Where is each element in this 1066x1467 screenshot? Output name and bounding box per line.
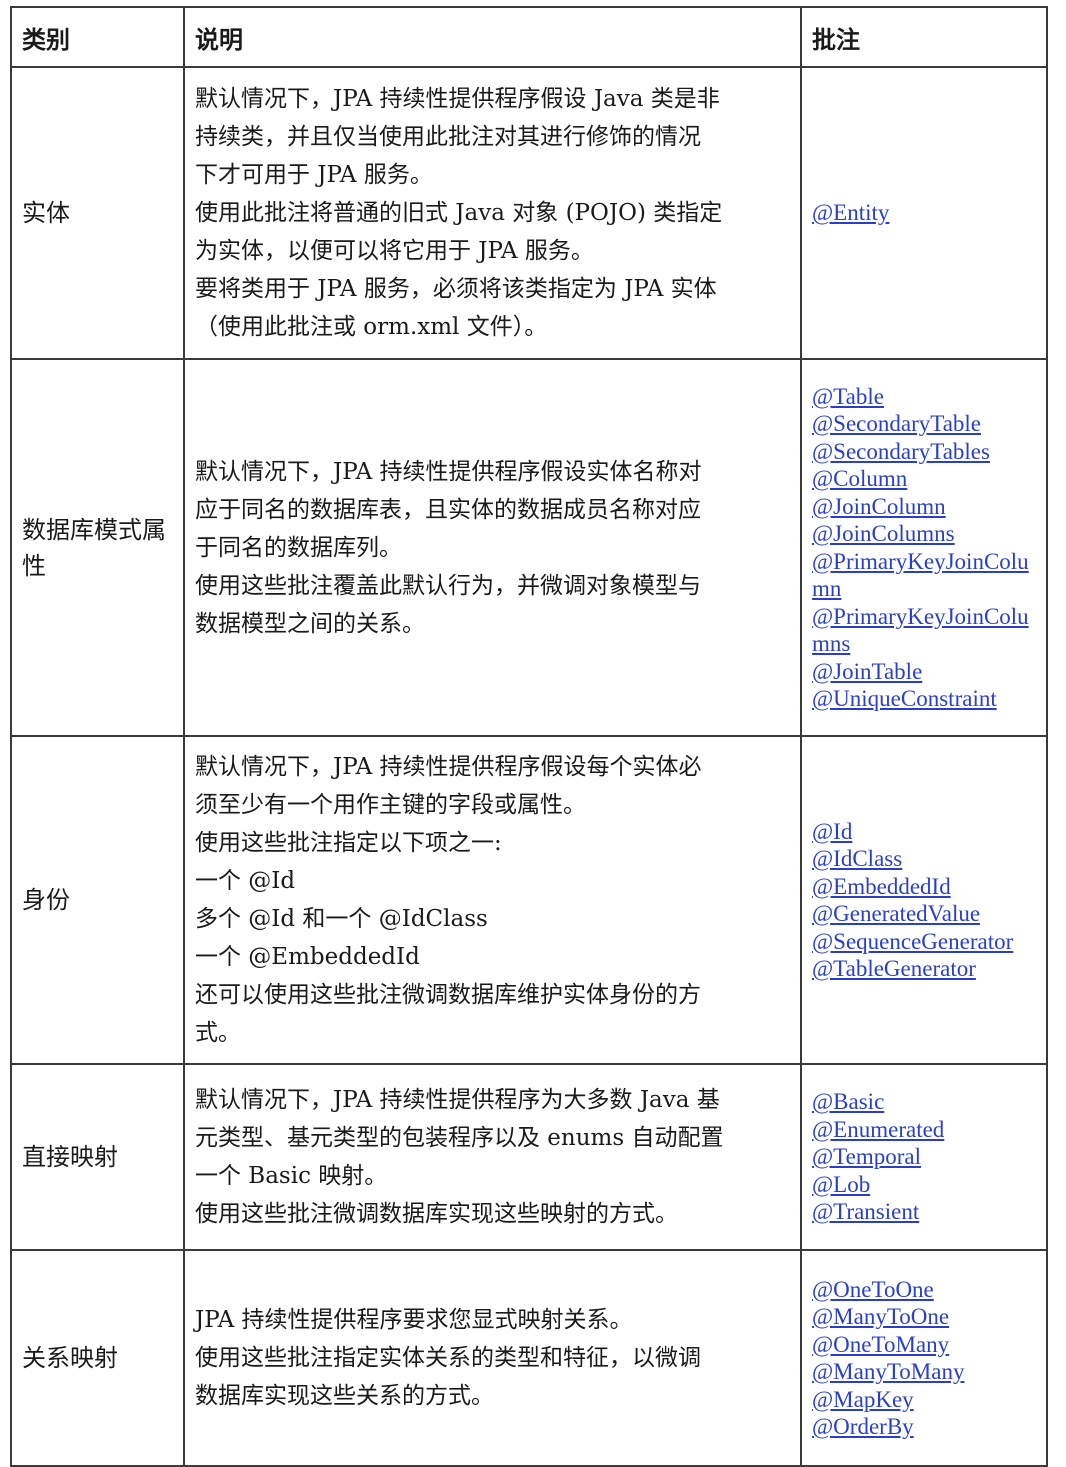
table-row: 关系映射 JPA 持续性提供程序要求您显式映射关系。使用这些批注指定实体关系的类型… bbox=[10, 1249, 1048, 1467]
annotation-link[interactable]: @Id bbox=[812, 818, 1036, 846]
category-cell: 直接映射 bbox=[10, 1063, 185, 1251]
annotation-link[interactable]: @SecondaryTables bbox=[812, 438, 1036, 466]
annotation-link[interactable]: @SequenceGenerator bbox=[812, 928, 1036, 956]
description-line: 默认情况下，JPA 持续性提供程序为大多数 Java 基 bbox=[195, 1087, 720, 1113]
category-label: 直接映射 bbox=[22, 1143, 118, 1171]
category-cell: 关系映射 bbox=[10, 1249, 185, 1467]
annotation-link[interactable]: @ManyToOne bbox=[812, 1303, 1036, 1331]
description-line: 下才可用于 JPA 服务。 bbox=[195, 162, 433, 188]
category-label: 身份 bbox=[22, 886, 70, 914]
description-line: 使用此批注将普通的旧式 Java 对象 (POJO) 类指定 bbox=[195, 200, 723, 226]
annotation-link[interactable]: @ManyToMany bbox=[812, 1358, 1036, 1386]
description-line: 数据模型之间的关系。 bbox=[195, 610, 425, 637]
description-cell: 默认情况下，JPA 持续性提供程序假设实体名称对 应于同名的数据库表，且实体的数据… bbox=[183, 358, 802, 737]
description-line: 使用这些批注微调数据库实现这些映射的方式。 bbox=[195, 1201, 678, 1227]
description-line: 一个 Basic 映射。 bbox=[195, 1163, 388, 1189]
annotation-link[interactable]: @Temporal bbox=[812, 1143, 1036, 1171]
table-header-row: 类别 说明 批注 bbox=[10, 6, 1048, 68]
annotation-link[interactable]: @Lob bbox=[812, 1171, 1036, 1199]
annotation-link[interactable]: @TableGenerator bbox=[812, 955, 1036, 983]
annotation-link[interactable]: @UniqueConstraint bbox=[812, 685, 1036, 713]
annotation-link[interactable]: @SecondaryTable bbox=[812, 410, 1036, 438]
table-row: 身份 默认情况下，JPA 持续性提供程序假设每个实体必 须至少有一个用作主键的字段或… bbox=[10, 735, 1048, 1065]
description-line: 为实体，以便可以将它用于 JPA 服务。 bbox=[195, 238, 594, 264]
description-line: 数据库实现这些关系的方式。 bbox=[195, 1383, 494, 1409]
annotation-link[interactable]: @OrderBy bbox=[812, 1413, 1036, 1441]
category-cell: 实体 bbox=[10, 66, 185, 360]
description-line: 默认情况下，JPA 持续性提供程序假设每个实体必 bbox=[195, 754, 702, 780]
description-line: 式。 bbox=[195, 1020, 241, 1046]
description-line: （使用此批注或 orm.xml 文件）。 bbox=[195, 314, 548, 340]
annotation-link[interactable]: @IdClass bbox=[812, 845, 1036, 873]
description-line: 默认情况下，JPA 持续性提供程序假设实体名称对 bbox=[195, 458, 702, 485]
header-category: 类别 bbox=[10, 6, 185, 68]
description-line: 还可以使用这些批注微调数据库维护实体身份的方 bbox=[195, 982, 701, 1008]
category-cell: 身份 bbox=[10, 735, 185, 1065]
annotation-link[interactable]: @MapKey bbox=[812, 1386, 1036, 1414]
header-annotations: 批注 bbox=[800, 6, 1048, 68]
annotation-link[interactable]: @JoinColumn bbox=[812, 493, 1036, 521]
annotation-link[interactable]: @OneToMany bbox=[812, 1331, 1036, 1359]
description-line: 元类型、基元类型的包装程序以及 enums 自动配置 bbox=[195, 1125, 724, 1151]
description-line: 于同名的数据库列。 bbox=[195, 534, 402, 561]
description-cell: 默认情况下，JPA 持续性提供程序假设每个实体必 须至少有一个用作主键的字段或属性… bbox=[183, 735, 802, 1065]
annotation-link[interactable]: @GeneratedValue bbox=[812, 900, 1036, 928]
annotations-cell: @Basic @Enumerated @Temporal @Lob @Transient bbox=[800, 1063, 1048, 1251]
description-line: 使用这些批注指定以下项之一: bbox=[195, 830, 502, 856]
annotation-link[interactable]: @Transient bbox=[812, 1198, 1036, 1226]
description-line: 应于同名的数据库表，且实体的数据成员名称对应 bbox=[195, 496, 701, 523]
header-description: 说明 bbox=[183, 6, 802, 68]
category-label: 关系映射 bbox=[22, 1344, 118, 1372]
description-line: 多个 @Id 和一个 @IdClass bbox=[195, 906, 488, 932]
description-cell: 默认情况下，JPA 持续性提供程序假设 Java 类是非 持续类，并且仅当使用此批… bbox=[183, 66, 802, 360]
annotations-cell: @Id @IdClass @EmbeddedId @GeneratedValue @Se… bbox=[800, 735, 1048, 1065]
description-line: 一个 @Id bbox=[195, 868, 296, 894]
description-line: 一个 @EmbeddedId bbox=[195, 944, 420, 970]
description-line: 默认情况下，JPA 持续性提供程序假设 Java 类是非 bbox=[195, 86, 720, 112]
category-label: 数据库模式属性 bbox=[22, 515, 166, 580]
annotation-link[interactable]: @JoinColumns bbox=[812, 520, 1036, 548]
annotation-link[interactable]: @Column bbox=[812, 465, 1036, 493]
annotations-cell: @OneToOne @ManyToOne @OneToMany @ManyToMany… bbox=[800, 1249, 1048, 1467]
annotation-link[interactable]: @PrimaryKeyJoinColumn bbox=[812, 548, 1036, 603]
annotation-link[interactable]: @Enumerated bbox=[812, 1116, 1036, 1144]
jpa-annotations-table: 类别 说明 批注 实体 默认情况下，JPA 持续性提供程序假设 Java 类是非持… bbox=[10, 6, 1048, 1467]
table-row: 实体 默认情况下，JPA 持续性提供程序假设 Java 类是非 持续类，并且仅当使用… bbox=[10, 66, 1048, 360]
table-row: 直接映射 默认情况下，JPA 持续性提供程序为大多数 Java 基元类型、基元类型… bbox=[10, 1063, 1048, 1251]
description-line: JPA 持续性提供程序要求您显式映射关系。 bbox=[195, 1307, 633, 1333]
annotation-link[interactable]: @EmbeddedId bbox=[812, 873, 1036, 901]
annotation-link[interactable]: @PrimaryKeyJoinColumns bbox=[812, 603, 1036, 658]
description-line: 使用这些批注覆盖此默认行为，并微调对象模型与 bbox=[195, 572, 701, 599]
annotation-link[interactable]: @OneToOne bbox=[812, 1276, 1036, 1304]
annotation-link[interactable]: @Table bbox=[812, 383, 1036, 411]
description-line: 要将类用于 JPA 服务，必须将该类指定为 JPA 实体 bbox=[195, 276, 717, 302]
annotations-cell: @Entity bbox=[800, 66, 1048, 360]
description-line: 须至少有一个用作主键的字段或属性。 bbox=[195, 792, 586, 818]
annotations-cell: @Table @SecondaryTable @SecondaryTables @Co… bbox=[800, 358, 1048, 737]
annotation-link[interactable]: @JoinTable bbox=[812, 658, 1036, 686]
description-cell: 默认情况下，JPA 持续性提供程序为大多数 Java 基元类型、基元类型的包装程… bbox=[183, 1063, 802, 1251]
description-line: 使用这些批注指定实体关系的类型和特征，以微调 bbox=[195, 1345, 701, 1371]
description-line: 持续类，并且仅当使用此批注对其进行修饰的情况 bbox=[195, 124, 701, 150]
annotation-link[interactable]: @Basic bbox=[812, 1088, 1036, 1116]
category-label: 实体 bbox=[22, 199, 70, 227]
annotation-link[interactable]: @Entity bbox=[812, 199, 1036, 227]
description-cell: JPA 持续性提供程序要求您显式映射关系。使用这些批注指定实体关系的类型和特征，… bbox=[183, 1249, 802, 1467]
table-row: 数据库模式属性 默认情况下，JPA 持续性提供程序假设实体名称对 应于同名的数据库表… bbox=[10, 358, 1048, 737]
category-cell: 数据库模式属性 bbox=[10, 358, 185, 737]
